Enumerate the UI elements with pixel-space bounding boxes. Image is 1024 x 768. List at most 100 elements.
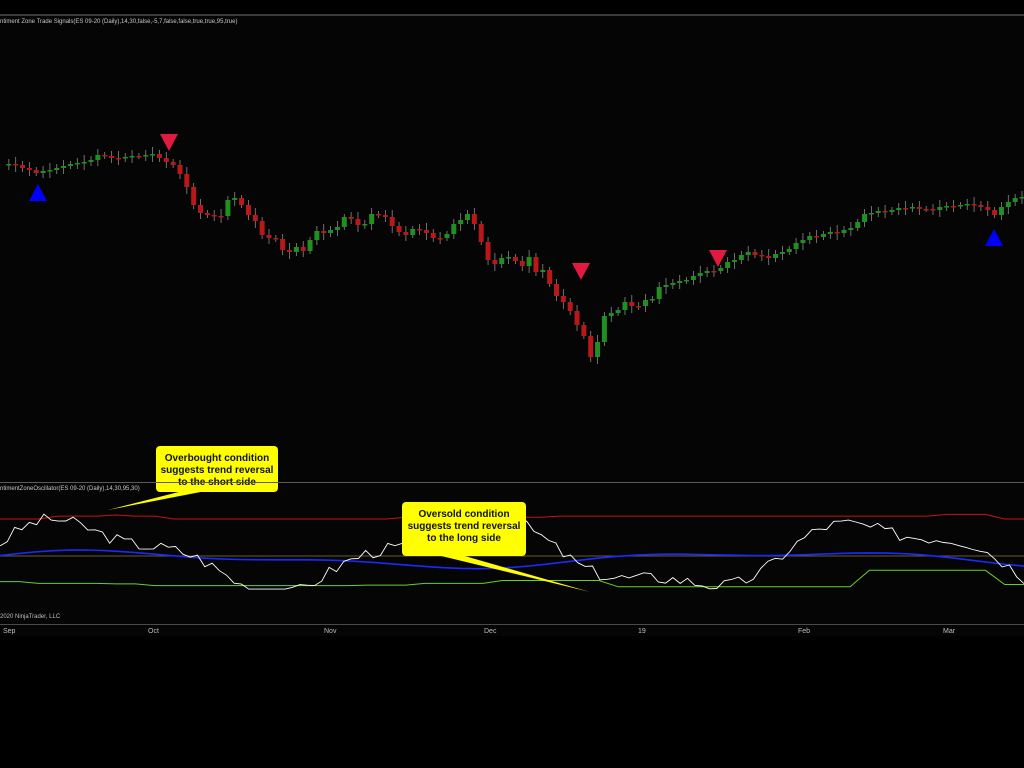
candle-body bbox=[820, 234, 826, 237]
candle-body bbox=[54, 168, 60, 170]
candle-body bbox=[300, 247, 306, 251]
x-tick-label: Dec bbox=[484, 628, 497, 635]
candle-body bbox=[485, 242, 491, 260]
candle-body bbox=[280, 239, 286, 250]
buy-signal-arrow-icon bbox=[29, 184, 47, 201]
candle-body bbox=[293, 247, 299, 252]
candle-body bbox=[547, 270, 553, 284]
candle-body bbox=[245, 205, 251, 215]
candle-body bbox=[198, 205, 204, 213]
candle-body bbox=[423, 230, 429, 233]
candle-body bbox=[766, 256, 772, 258]
candle-body bbox=[855, 222, 861, 228]
candle-body bbox=[985, 207, 991, 210]
candle-body bbox=[560, 296, 566, 302]
candle-body bbox=[957, 205, 963, 207]
candle-body bbox=[512, 257, 518, 261]
copyright-text: 2020 NinjaTrader, LLC bbox=[0, 614, 61, 620]
sell-signal-arrow-icon bbox=[572, 263, 590, 280]
candle-body bbox=[341, 217, 347, 227]
x-tick-label: Feb bbox=[798, 628, 811, 635]
candle-body bbox=[951, 206, 957, 208]
candle-body bbox=[122, 157, 128, 159]
candle-body bbox=[786, 249, 792, 252]
candle-body bbox=[759, 255, 765, 257]
candle-body bbox=[471, 214, 477, 224]
candle-body bbox=[403, 232, 409, 235]
candle-body bbox=[465, 214, 471, 220]
candle-body bbox=[13, 164, 19, 166]
candle-body bbox=[143, 155, 149, 157]
candle-body bbox=[848, 228, 854, 230]
candle-body bbox=[109, 156, 115, 158]
x-tick-label: Oct bbox=[148, 628, 159, 635]
candle-body bbox=[944, 206, 950, 208]
candle-body bbox=[389, 217, 395, 226]
callout-pointer bbox=[108, 490, 211, 510]
x-tick-label: Nov bbox=[324, 628, 337, 635]
candle-body bbox=[88, 160, 94, 162]
candle-body bbox=[704, 271, 710, 273]
overbought-callout: Overbought conditionsuggests trend rever… bbox=[108, 446, 278, 510]
candle-body bbox=[430, 233, 436, 238]
sell-signal-arrow-icon bbox=[709, 250, 727, 267]
panel-divider[interactable] bbox=[0, 482, 1024, 483]
empty-area bbox=[0, 636, 1024, 768]
candle-body bbox=[334, 227, 340, 230]
candle-body bbox=[177, 165, 183, 174]
candle-body bbox=[553, 284, 559, 296]
candle-body bbox=[731, 260, 737, 262]
candle-body bbox=[992, 210, 998, 215]
candle-body bbox=[615, 310, 621, 313]
candle-body bbox=[896, 208, 902, 210]
candle-body bbox=[376, 214, 382, 216]
candle-body bbox=[574, 311, 580, 325]
candle-body bbox=[314, 231, 320, 240]
candle-body bbox=[670, 283, 676, 285]
candle-body bbox=[102, 155, 108, 157]
callout-text: Overbought condition bbox=[165, 453, 269, 464]
candle-body bbox=[588, 336, 594, 357]
candle-body bbox=[690, 276, 696, 280]
candle-body bbox=[287, 250, 293, 252]
x-tick-label: 19 bbox=[638, 628, 646, 635]
candle-body bbox=[444, 234, 450, 238]
candle-body bbox=[362, 224, 368, 226]
candle-body bbox=[909, 207, 915, 209]
candle-body bbox=[225, 200, 231, 216]
candle-body bbox=[458, 220, 464, 224]
candle-body bbox=[649, 299, 655, 301]
chart-window[interactable]: ntiment Zone Trade Signals(ES 09-20 (Dai… bbox=[0, 14, 1024, 638]
candle-body bbox=[656, 287, 662, 299]
candle-body bbox=[417, 229, 423, 231]
candle-body bbox=[266, 235, 272, 238]
callout-text: Oversold condition bbox=[418, 509, 509, 520]
candle-body bbox=[889, 210, 895, 212]
callout-text: suggests trend reversal bbox=[408, 521, 521, 532]
candle-body bbox=[718, 268, 724, 271]
candle-body bbox=[26, 168, 32, 170]
candle-body bbox=[67, 164, 73, 166]
candle-body bbox=[239, 198, 245, 205]
candle-body bbox=[998, 207, 1004, 215]
candle-body bbox=[752, 252, 758, 255]
candle-body bbox=[396, 226, 402, 232]
candle-body bbox=[211, 215, 217, 217]
candle-body bbox=[916, 207, 922, 209]
sell-signal-arrow-icon bbox=[160, 134, 178, 151]
oversold-callout: Oversold conditionsuggests trend reversa… bbox=[402, 502, 590, 592]
candle-body bbox=[773, 254, 779, 258]
candle-body bbox=[526, 257, 532, 266]
candle-body bbox=[1005, 202, 1011, 207]
candle-body bbox=[697, 273, 703, 276]
candle-body bbox=[725, 262, 731, 268]
candle-body bbox=[827, 232, 833, 234]
candle-body bbox=[20, 165, 26, 168]
chart-canvas[interactable]: Overbought condition suggests trend rever… bbox=[0, 16, 1024, 638]
callout-pointer bbox=[433, 554, 590, 592]
candle-body bbox=[451, 224, 457, 234]
candle-body bbox=[136, 156, 142, 158]
candle-body bbox=[348, 217, 354, 219]
candle-body bbox=[478, 224, 484, 242]
candle-body bbox=[745, 252, 751, 255]
